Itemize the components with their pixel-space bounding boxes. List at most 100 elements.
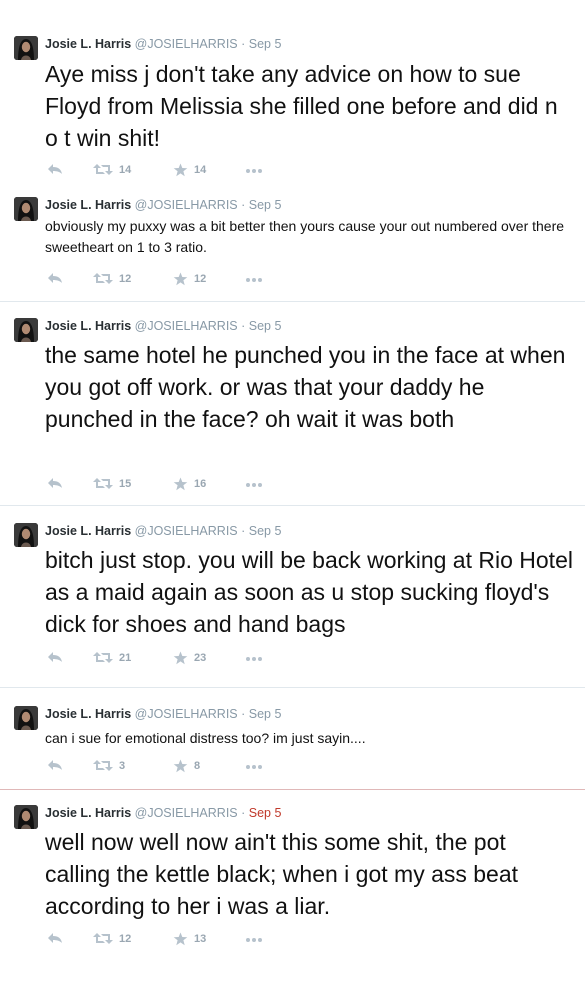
tweet-divider	[0, 505, 585, 506]
author-handle[interactable]: @JOSIELHARRIS	[135, 319, 238, 333]
tweet-divider	[0, 301, 585, 302]
more-dots-icon	[245, 482, 263, 488]
tweet-header: Josie L. Harris @JOSIELHARRIS · Sep 5	[45, 707, 281, 721]
header-separator: ·	[237, 198, 249, 212]
tweet-actions: 12 13	[45, 932, 305, 948]
tweet-date[interactable]: Sep 5	[249, 198, 282, 212]
reply-button[interactable]	[47, 163, 63, 175]
retweet-count: 15	[119, 477, 132, 490]
tweet-text: the same hotel he punched you in the fac…	[45, 342, 566, 432]
star-icon	[173, 759, 188, 773]
favorite-count: 23	[194, 652, 207, 664]
more-dots-icon	[245, 937, 263, 943]
star-icon	[173, 477, 188, 491]
favorite-count: 12	[194, 273, 207, 285]
profile-avatar[interactable]	[14, 523, 38, 547]
tweet-date[interactable]: Sep 5	[249, 806, 282, 820]
author-handle[interactable]: @JOSIELHARRIS	[135, 524, 238, 538]
profile-avatar[interactable]	[14, 706, 38, 730]
favorite-button[interactable]: 14	[173, 163, 206, 177]
reply-icon	[47, 651, 63, 663]
author-name[interactable]: Josie L. Harris	[45, 198, 131, 212]
retweet-button[interactable]: 15	[93, 477, 131, 490]
reply-button[interactable]	[47, 759, 63, 771]
tweet-text: bitch just stop. you will be back workin…	[45, 547, 573, 637]
retweet-button[interactable]: 12	[93, 272, 131, 285]
author-name[interactable]: Josie L. Harris	[45, 806, 131, 820]
tweet-text: Aye miss j don't take any advice on how …	[45, 61, 558, 151]
more-dots-icon	[245, 168, 263, 174]
reply-icon	[47, 477, 63, 489]
tweet-actions: 21 23	[45, 651, 305, 667]
tweet-actions: 38	[45, 759, 305, 775]
retweet-icon	[93, 477, 113, 490]
tweet-header: Josie L. Harris @JOSIELHARRIS · Sep 5	[45, 806, 281, 820]
author-handle[interactable]: @JOSIELHARRIS	[135, 707, 238, 721]
tweet-header: Josie L. Harris @JOSIELHARRIS · Sep 5	[45, 319, 281, 333]
reply-button[interactable]	[47, 932, 63, 944]
retweet-button[interactable]: 3	[93, 759, 125, 772]
author-handle[interactable]: @JOSIELHARRIS	[135, 198, 238, 212]
retweet-button[interactable]: 14	[93, 163, 131, 176]
more-button[interactable]	[245, 937, 263, 943]
retweet-icon	[93, 651, 113, 664]
header-separator: ·	[237, 806, 249, 820]
retweet-count: 21	[119, 651, 132, 664]
tweet-date[interactable]: Sep 5	[249, 37, 282, 51]
author-handle[interactable]: @JOSIELHARRIS	[135, 37, 238, 51]
profile-avatar[interactable]	[14, 805, 38, 829]
star-icon	[173, 932, 188, 946]
header-separator: ·	[237, 319, 249, 333]
retweet-icon	[93, 759, 113, 772]
reply-icon	[47, 932, 63, 944]
profile-avatar[interactable]	[14, 36, 38, 60]
star-icon	[173, 163, 188, 177]
tweet-header: Josie L. Harris @JOSIELHARRIS · Sep 5	[45, 198, 281, 212]
more-button[interactable]	[245, 482, 263, 488]
more-button[interactable]	[245, 168, 263, 174]
tweet-actions: 15 16	[45, 477, 305, 493]
reply-icon	[47, 163, 63, 175]
author-handle[interactable]: @JOSIELHARRIS	[135, 806, 238, 820]
more-button[interactable]	[245, 764, 263, 770]
retweet-count: 12	[119, 272, 132, 285]
favorite-button[interactable]: 23	[173, 651, 206, 665]
author-name[interactable]: Josie L. Harris	[45, 37, 131, 51]
author-name[interactable]: Josie L. Harris	[45, 319, 131, 333]
tweet-actions: 14 14	[45, 163, 305, 179]
retweet-icon	[93, 272, 113, 285]
author-name[interactable]: Josie L. Harris	[45, 524, 131, 538]
reply-button[interactable]	[47, 272, 63, 284]
tweet-actions: 12 12	[45, 272, 305, 288]
retweet-count: 3	[119, 759, 126, 772]
favorite-button[interactable]: 13	[173, 932, 206, 946]
reply-button[interactable]	[47, 651, 63, 663]
favorite-button[interactable]: 16	[173, 477, 206, 491]
more-dots-icon	[245, 277, 263, 283]
tweet-text: can i sue for emotional distress too? im…	[45, 730, 366, 746]
more-dots-icon	[245, 656, 263, 662]
favorite-button[interactable]: 8	[173, 759, 200, 773]
profile-avatar[interactable]	[14, 318, 38, 342]
tweet-date[interactable]: Sep 5	[249, 707, 282, 721]
header-separator: ·	[237, 524, 249, 538]
reply-button[interactable]	[47, 477, 63, 489]
star-icon	[173, 272, 188, 286]
tweet-text: well now well now ain't this some shit, …	[45, 829, 519, 919]
retweet-count: 12	[119, 932, 132, 945]
tweet-date[interactable]: Sep 5	[249, 524, 282, 538]
more-button[interactable]	[245, 656, 263, 662]
favorite-button[interactable]: 12	[173, 272, 206, 286]
profile-avatar[interactable]	[14, 197, 38, 221]
more-button[interactable]	[245, 277, 263, 283]
retweet-button[interactable]: 21	[93, 651, 131, 664]
tweet-header: Josie L. Harris @JOSIELHARRIS · Sep 5	[45, 37, 281, 51]
header-separator: ·	[237, 707, 249, 721]
tweet-divider	[0, 789, 585, 790]
author-name[interactable]: Josie L. Harris	[45, 707, 131, 721]
tweet-date[interactable]: Sep 5	[249, 319, 282, 333]
reply-icon	[47, 759, 63, 771]
favorite-count: 14	[194, 164, 207, 176]
retweet-button[interactable]: 12	[93, 932, 131, 945]
tweet-text: obviously my puxxy was a bit better then…	[45, 218, 565, 255]
